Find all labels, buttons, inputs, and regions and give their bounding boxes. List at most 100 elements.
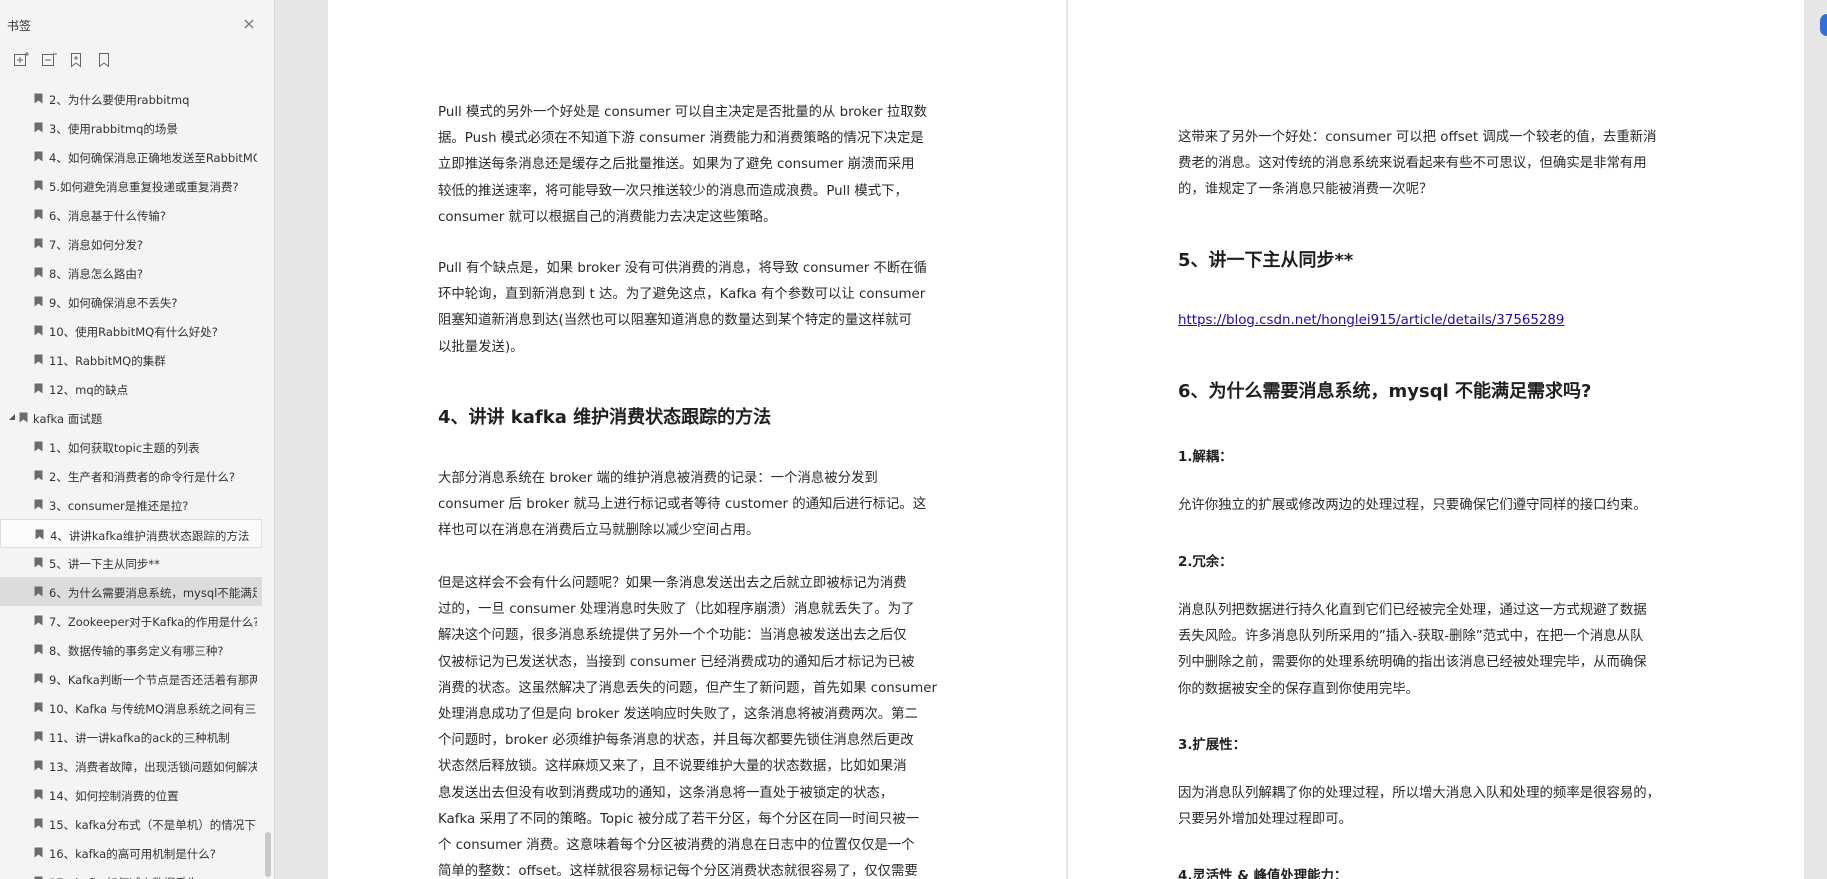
collapse-all-icon[interactable] bbox=[40, 51, 58, 69]
bookmark-label: 4、讲讲kafka维护消费状态跟踪的方法 bbox=[50, 529, 250, 543]
bookmark-item[interactable]: 11、讲一讲kafka的ack的三种机制 bbox=[0, 722, 262, 751]
csdn-link[interactable]: https://blog.csdn.net/honglei915/article… bbox=[1178, 313, 1564, 328]
bookmark-item[interactable]: 9、如何确保消息不丢失? bbox=[0, 287, 262, 316]
document-page-left: Pull 模式的另外一个好处是 consumer 可以自主决定是否批量的从 br… bbox=[328, 0, 1066, 879]
bookmark-item[interactable]: 10、使用RabbitMQ有什么好处? bbox=[0, 316, 262, 345]
bookmark-icon bbox=[34, 644, 43, 655]
heading-kafka-consume-state: 4、讲讲 kafka 维护消费状态跟踪的方法 bbox=[438, 407, 772, 428]
bookmark-item[interactable]: 5、讲一下主从同步** bbox=[0, 548, 262, 577]
bookmark-item[interactable]: 3、consumer是推还是拉? bbox=[0, 490, 262, 519]
paragraph-pull-drawback: Pull 有个缺点是，如果 broker 没有可供消费的消息，将导致 consu… bbox=[438, 256, 927, 361]
bookmark-item[interactable]: 4、如何确保消息正确地发送至RabbitMQ？ bbox=[0, 142, 262, 171]
bookmark-item[interactable]: 1、如何获取topic主题的列表 bbox=[0, 432, 262, 461]
bookmark-icon[interactable] bbox=[95, 51, 113, 69]
bookmarks-title: 书签 bbox=[7, 19, 32, 33]
bookmark-item[interactable]: 8、数据传输的事务定义有哪三种? bbox=[0, 635, 262, 664]
close-icon[interactable] bbox=[242, 17, 256, 31]
bookmark-label: 17、kafka如何减少数据丢失 bbox=[49, 875, 257, 879]
bookmark-label: 9、如何确保消息不丢失? bbox=[49, 296, 178, 310]
collapse-triangle-icon[interactable] bbox=[8, 413, 16, 421]
bookmark-icon bbox=[34, 151, 43, 162]
text-line: consumer 后 broker 就马上进行标记或者等待 customer 的… bbox=[438, 497, 927, 513]
bookmark-item[interactable]: 12、mq的缺点 bbox=[0, 374, 262, 403]
subheading-redundancy: 2.冗余： bbox=[1178, 555, 1233, 570]
bookmark-label: 7、消息如何分发? bbox=[49, 238, 143, 252]
text-line: Pull 有个缺点是，如果 broker 没有可供消费的消息，将导致 consu… bbox=[438, 261, 928, 276]
bookmark-item[interactable]: 13、消费者故障，出现活锁问题如何解决? bbox=[0, 751, 262, 780]
text-line: 阻塞知道新消息到达(当然也可以阻塞知道消息的数量达到某个特定的量这样就可 bbox=[438, 313, 912, 329]
text-line: 环中轮询，直到新消息到 t 达。为了避免这点，Kafka 有个参数可以让 con… bbox=[438, 287, 926, 303]
bookmark-label: 14、如何控制消费的位置 bbox=[49, 789, 179, 803]
text-line: 立即推送每条消息还是缓存之后批量推送。如果为了避免 consumer 崩溃而采用 bbox=[438, 157, 915, 173]
text-line: 费老的消息。这对传统的消息系统来说看起来有些不可思议，但确实是非常有用 bbox=[1178, 156, 1647, 172]
bookmark-item[interactable]: 7、消息如何分发? bbox=[0, 229, 262, 258]
bookmarks-toolbar bbox=[0, 48, 274, 72]
bookmark-item[interactable]: 2、生产者和消费者的命令行是什么? bbox=[0, 461, 262, 490]
bookmark-icon bbox=[34, 586, 43, 597]
text-line: 的，谁规定了一条消息只能被消费一次呢？ bbox=[1178, 182, 1433, 198]
text-line: 但是这样会不会有什么问题呢？如果一条消息发送出去之后就立即被标记为消费 bbox=[438, 576, 907, 591]
heading-why-message-system: 6、为什么需要消息系统，mysql 不能满足需求吗? bbox=[1178, 381, 1592, 402]
text-line: 处理消息成功了但是向 broker 发送响应时失败了，这条消息将被消费两次。第二 bbox=[438, 706, 918, 722]
bookmark-icon bbox=[34, 122, 43, 133]
text-line: consumer 就可以根据自己的消费能力去决定这些策略。 bbox=[438, 209, 777, 225]
bookmark-label: 4、如何确保消息正确地发送至RabbitMQ？ bbox=[49, 151, 257, 165]
bookmark-item[interactable]: 6、为什么需要消息系统，mysql不能满足需求吗? bbox=[0, 577, 262, 606]
paragraph-decoupling: 允许你独立的扩展或修改两边的处理过程，只要确保它们遵守同样的接口约束。 bbox=[1178, 493, 1647, 519]
paragraph-problem: 但是这样会不会有什么问题呢？如果一条消息发送出去之后就立即被标记为消费 过的，一旦… bbox=[438, 571, 937, 879]
paragraph-broker-record: 大部分消息系统在 broker 端的维护消息被消费的记录：一个消息被分发到 con… bbox=[438, 466, 926, 545]
subheading-decoupling: 1.解耦： bbox=[1178, 450, 1233, 465]
bookmark-item[interactable]: kafka 面试题 bbox=[0, 403, 262, 432]
text-line: 消费的状态。这虽然解决了消息丢失的问题，但产生了新问题，首先如果 consume… bbox=[438, 680, 938, 696]
bookmark-item[interactable]: 15、kafka分布式（不是单机）的情况下，如何保证消息的顺序消费? bbox=[0, 809, 262, 838]
text-line: 这带来了另外一个好处：consumer 可以把 offset 调成一个较老的值，… bbox=[1178, 130, 1657, 145]
bookmark-item[interactable]: 4、讲讲kafka维护消费状态跟踪的方法 bbox=[0, 519, 262, 548]
text-line: 仅被标记为已发送状态，当接到 consumer 已经消费成功的通知后才标记为已被 bbox=[438, 654, 915, 670]
bookmark-icon bbox=[34, 557, 43, 568]
bookmark-item[interactable]: 10、Kafka 与传统MQ消息系统之间有三个关键区别 bbox=[0, 693, 262, 722]
bookmark-item[interactable]: 11、RabbitMQ的集群 bbox=[0, 345, 262, 374]
add-bookmark-icon[interactable] bbox=[67, 51, 85, 69]
bookmark-label: 15、kafka分布式（不是单机）的情况下，如何保证消息的顺序消费? bbox=[49, 818, 257, 832]
bookmark-item[interactable]: 2、为什么要使用rabbitmq bbox=[0, 84, 262, 113]
bookmark-label: 5.如何避免消息重复投递或重复消费? bbox=[49, 180, 239, 194]
bookmark-label: 6、为什么需要消息系统，mysql不能满足需求吗? bbox=[49, 586, 257, 600]
expand-all-icon[interactable] bbox=[12, 51, 30, 69]
bookmark-icon bbox=[34, 470, 43, 481]
bookmark-item[interactable]: 6、消息基于什么传输? bbox=[0, 200, 262, 229]
assistant-float-icon[interactable] bbox=[1820, 14, 1827, 36]
bookmark-label: 6、消息基于什么传输? bbox=[49, 209, 166, 223]
bookmark-label: 12、mq的缺点 bbox=[49, 383, 129, 397]
bookmark-label: 2、生产者和消费者的命令行是什么? bbox=[49, 470, 235, 484]
bookmark-label: 1、如何获取topic主题的列表 bbox=[49, 441, 200, 455]
bookmark-item[interactable]: 17、kafka如何减少数据丢失 bbox=[0, 867, 262, 879]
bookmark-item[interactable]: 3、使用rabbitmq的场景 bbox=[0, 113, 262, 142]
bookmark-item[interactable]: 8、消息怎么路由? bbox=[0, 258, 262, 287]
text-line: 消息队列把数据进行持久化直到它们已经被完全处理，通过这一方式规避了数据 bbox=[1178, 603, 1647, 618]
bookmark-label: 11、讲一讲kafka的ack的三种机制 bbox=[49, 731, 230, 745]
text-line: 样也可以在消息在消费后立马就删除以减少空间占用。 bbox=[438, 523, 760, 539]
bookmark-label: 16、kafka的高可用机制是什么? bbox=[49, 847, 216, 861]
bookmark-item[interactable]: 5.如何避免消息重复投递或重复消费? bbox=[0, 171, 262, 200]
bookmark-item[interactable]: 7、Zookeeper对于Kafka的作用是什么? bbox=[0, 606, 262, 635]
subheading-flexibility: 4.灵活性 & 峰值处理能力： bbox=[1178, 869, 1348, 879]
sidebar-scrollbar[interactable] bbox=[265, 832, 271, 877]
bookmark-icon bbox=[34, 818, 43, 829]
bookmark-icon bbox=[34, 702, 43, 713]
bookmark-icon bbox=[19, 412, 28, 423]
text-line: 只要另外增加处理过程即可。 bbox=[1178, 812, 1353, 828]
bookmark-label: kafka 面试题 bbox=[33, 412, 103, 426]
bookmark-icon bbox=[34, 325, 43, 336]
paragraph-pull-advantage: Pull 模式的另外一个好处是 consumer 可以自主决定是否批量的从 br… bbox=[438, 100, 927, 231]
subheading-scalability: 3.扩展性： bbox=[1178, 738, 1246, 753]
bookmark-icon bbox=[34, 180, 43, 191]
bookmark-item[interactable]: 16、kafka的高可用机制是什么? bbox=[0, 838, 262, 867]
bookmark-label: 10、使用RabbitMQ有什么好处? bbox=[49, 325, 218, 339]
bookmark-item[interactable]: 9、Kafka判断一个节点是否还活着有那两个条件? bbox=[0, 664, 262, 693]
bookmark-icon bbox=[34, 760, 43, 771]
bookmark-label: 3、使用rabbitmq的场景 bbox=[49, 122, 178, 136]
bookmark-item[interactable]: 14、如何控制消费的位置 bbox=[0, 780, 262, 809]
text-line: 简单的整数：offset。这样就很容易标记每个分区消费状态就很容易了，仅仅需要 bbox=[438, 864, 918, 879]
bookmarks-header: 书签 bbox=[0, 0, 274, 48]
bookmark-icon bbox=[34, 383, 43, 394]
